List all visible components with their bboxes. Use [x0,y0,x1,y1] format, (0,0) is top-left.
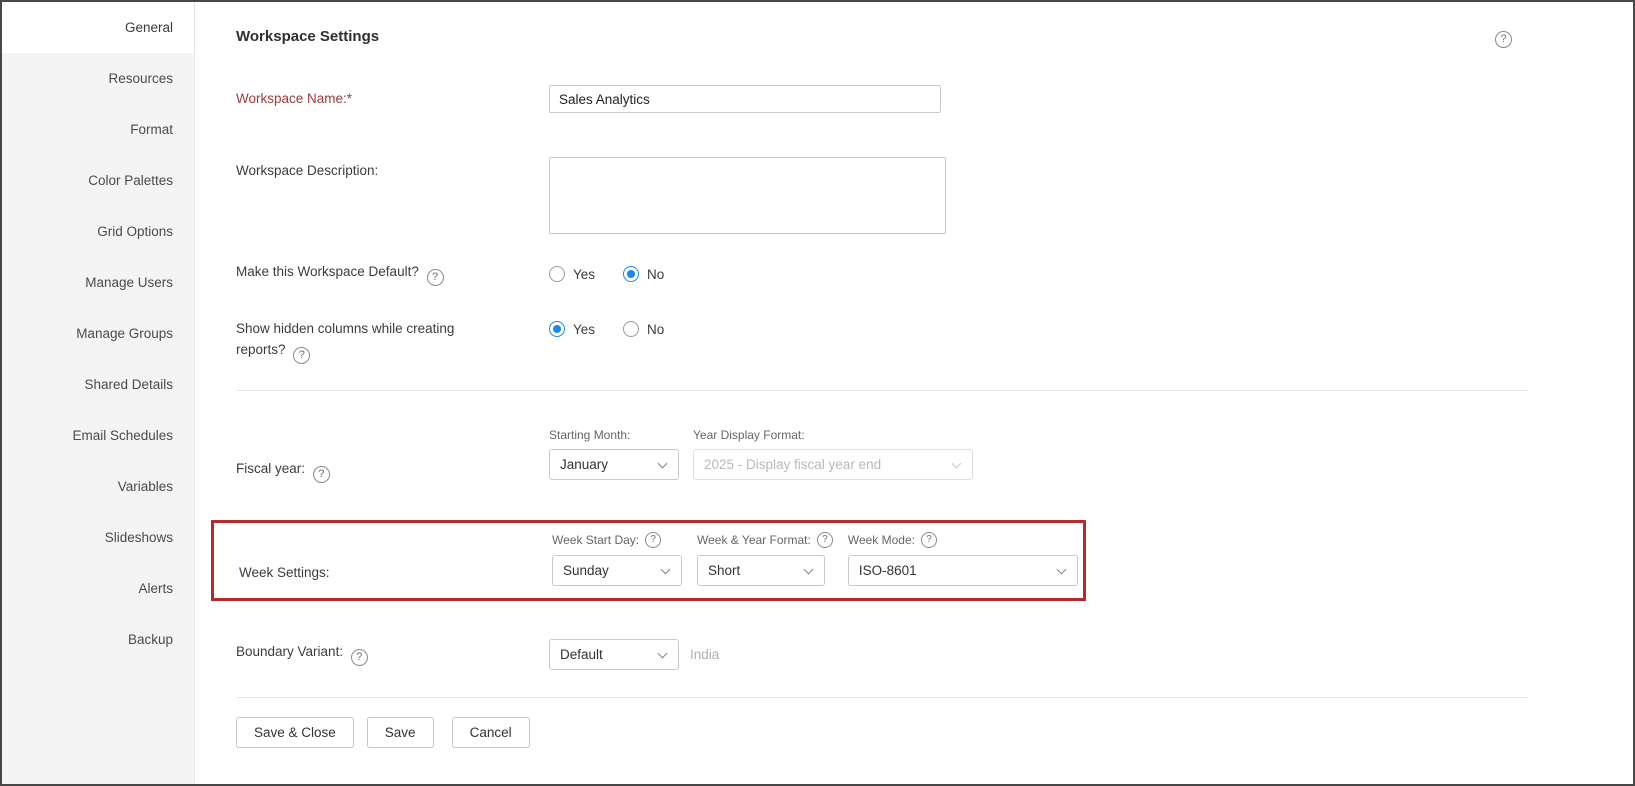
sidebar-item-general[interactable]: General [2,2,194,53]
radio-circle-icon [549,321,565,337]
starting-month-group: Starting Month: January [549,428,679,480]
radio-circle-icon [549,266,565,282]
footer-actions: Save & Close Save Cancel [236,717,1528,748]
boundary-variant-row: Boundary Variant: ? Default India [236,639,1528,670]
week-settings-label: Week Settings: [239,532,552,586]
fiscal-year-label: Fiscal year: ? [236,428,549,483]
week-start-day-select[interactable]: Sunday [552,555,682,586]
chevron-down-icon [804,564,814,574]
radio-circle-icon [623,266,639,282]
sidebar-item-slideshows[interactable]: Slideshows [2,512,194,563]
boundary-variant-select[interactable]: Default [549,639,679,670]
workspace-name-label: Workspace Name:* [236,89,549,110]
save-close-button[interactable]: Save & Close [236,717,354,748]
default-workspace-row: Make this Workspace Default? ? Yes No [236,262,1528,286]
default-workspace-radios: Yes No [549,266,664,282]
default-workspace-radio-no[interactable]: No [623,266,664,282]
week-year-format-label: Week & Year Format: ? [697,532,833,548]
year-display-format-select: 2025 - Display fiscal year end [693,449,973,480]
chevron-down-icon [658,458,668,468]
sidebar-item-grid-options[interactable]: Grid Options [2,206,194,257]
week-start-day-label: Week Start Day: ? [552,532,682,548]
week-year-format-help-icon[interactable]: ? [817,532,833,548]
sidebar-item-color-palettes[interactable]: Color Palettes [2,155,194,206]
workspace-name-input[interactable] [549,85,941,113]
page-title: Workspace Settings [236,28,1633,45]
fiscal-year-help-icon[interactable]: ? [313,466,330,483]
week-start-day-group: Week Start Day: ? Sunday [552,532,682,586]
sidebar-item-manage-users[interactable]: Manage Users [2,257,194,308]
show-hidden-label: Show hidden columns while creating repor… [236,319,549,364]
default-workspace-label: Make this Workspace Default? ? [236,262,549,286]
week-mode-label: Week Mode: ? [848,532,1078,548]
chevron-down-icon [952,458,962,468]
cancel-button[interactable]: Cancel [452,717,530,748]
radio-circle-icon [623,321,639,337]
footer-divider [236,697,1528,698]
starting-month-select[interactable]: January [549,449,679,480]
save-button[interactable]: Save [367,717,434,748]
boundary-variant-help-icon[interactable]: ? [351,649,368,666]
workspace-description-textarea[interactable] [549,157,946,234]
workspace-description-row: Workspace Description: [236,157,1528,234]
fiscal-year-row: Fiscal year: ? Starting Month: January Y… [236,428,1528,483]
sidebar-item-alerts[interactable]: Alerts [2,563,194,614]
show-hidden-radio-no[interactable]: No [623,321,664,337]
week-year-format-group: Week & Year Format: ? Short [697,532,833,586]
week-mode-select[interactable]: ISO-8601 [848,555,1078,586]
week-year-format-select[interactable]: Short [697,555,825,586]
sidebar-item-resources[interactable]: Resources [2,53,194,104]
workspace-description-label: Workspace Description: [236,157,549,182]
default-workspace-radio-yes[interactable]: Yes [549,266,595,282]
chevron-down-icon [661,564,671,574]
show-hidden-radio-yes[interactable]: Yes [549,321,595,337]
workspace-name-row: Workspace Name:* [236,85,1528,113]
year-display-format-label: Year Display Format: [693,428,973,442]
boundary-variant-label: Boundary Variant: ? [236,642,549,666]
settings-sidebar: General Resources Format Color Palettes … [2,2,195,784]
week-start-day-help-icon[interactable]: ? [645,532,661,548]
sidebar-item-format[interactable]: Format [2,104,194,155]
week-mode-help-icon[interactable]: ? [921,532,937,548]
starting-month-label: Starting Month: [549,428,679,442]
default-workspace-help-icon[interactable]: ? [427,269,444,286]
week-mode-group: Week Mode: ? ISO-8601 [848,532,1078,586]
workspace-settings-window: General Resources Format Color Palettes … [0,0,1635,786]
year-display-format-group: Year Display Format: 2025 - Display fisc… [693,428,973,480]
chevron-down-icon [1056,564,1066,574]
sidebar-item-backup[interactable]: Backup [2,614,194,665]
show-hidden-radios: Yes No [549,319,664,337]
settings-content: Workspace Settings ? Workspace Name:* Wo… [195,2,1633,784]
sidebar-item-email-schedules[interactable]: Email Schedules [2,410,194,461]
sidebar-item-shared-details[interactable]: Shared Details [2,359,194,410]
show-hidden-row: Show hidden columns while creating repor… [236,319,1528,364]
week-settings-highlight-box: Week Settings: Week Start Day: ? Sunday [211,520,1086,601]
sidebar-item-manage-groups[interactable]: Manage Groups [2,308,194,359]
sidebar-item-variables[interactable]: Variables [2,461,194,512]
chevron-down-icon [658,648,668,658]
section-divider [236,390,1528,391]
show-hidden-help-icon[interactable]: ? [293,347,310,364]
required-mark: * [347,91,352,106]
page-help-icon[interactable]: ? [1495,31,1512,48]
boundary-variant-note: India [690,647,719,662]
